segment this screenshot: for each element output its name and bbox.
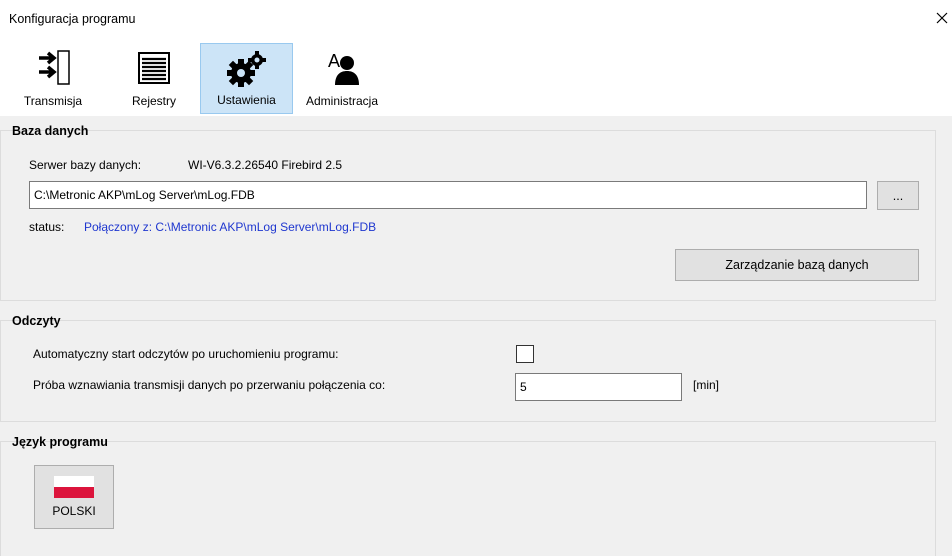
language-group-title: Język programu	[12, 435, 108, 449]
db-status-value: Połączony z: C:\Metronic AKP\mLog Server…	[84, 220, 377, 234]
tab-administracja-label: Administracja	[305, 94, 379, 108]
retry-interval-unit: [min]	[693, 378, 720, 392]
retry-interval-label: Próba wznawiania transmisji danych po pr…	[33, 378, 386, 392]
window-title: Konfiguracja programu	[9, 12, 136, 26]
auto-start-label: Automatyczny start odczytów po uruchomie…	[33, 347, 339, 361]
toolbar: Transmisja Rejestry Ustawienia A Adminis…	[0, 40, 952, 116]
db-status-label: status:	[29, 220, 65, 234]
gears-icon	[225, 49, 269, 89]
database-group-title: Baza danych	[12, 124, 89, 138]
tab-ustawienia[interactable]: Ustawienia	[200, 43, 293, 114]
close-button[interactable]	[932, 6, 952, 30]
manage-database-button[interactable]: Zarządzanie bazą danych	[675, 249, 919, 281]
tab-rejestry-label: Rejestry	[131, 94, 176, 108]
db-server-label: Serwer bazy danych:	[29, 158, 142, 172]
close-icon	[936, 12, 948, 24]
poland-flag-icon	[54, 476, 94, 498]
language-polish-label: POLSKI	[52, 504, 96, 518]
retry-interval-input[interactable]: 5	[515, 373, 682, 401]
readings-group-title: Odczyty	[12, 314, 61, 328]
tab-rejestry[interactable]: Rejestry	[110, 43, 198, 114]
db-path-input[interactable]: C:\Metronic AKP\mLog Server\mLog.FDB	[29, 181, 867, 209]
transmission-arrows-icon	[33, 48, 73, 88]
config-window: Konfiguracja programu Transmisja Rejestr…	[0, 0, 952, 556]
db-server-value: WI-V6.3.2.26540 Firebird 2.5	[188, 158, 343, 172]
registry-list-icon	[136, 48, 172, 88]
title-bar: Konfiguracja programu	[0, 0, 952, 40]
svg-text:A: A	[328, 51, 340, 71]
tab-administracja[interactable]: A Administracja	[296, 43, 388, 114]
tab-ustawienia-label: Ustawienia	[217, 93, 276, 107]
readings-group	[0, 320, 936, 422]
auto-start-checkbox[interactable]	[516, 345, 534, 363]
language-group	[0, 441, 936, 556]
user-admin-icon: A	[322, 48, 362, 88]
language-polish-button[interactable]: POLSKI	[34, 465, 114, 529]
db-browse-button[interactable]: ...	[877, 181, 919, 210]
tab-transmisja-label: Transmisja	[23, 94, 83, 108]
tab-transmisja[interactable]: Transmisja	[8, 43, 98, 114]
